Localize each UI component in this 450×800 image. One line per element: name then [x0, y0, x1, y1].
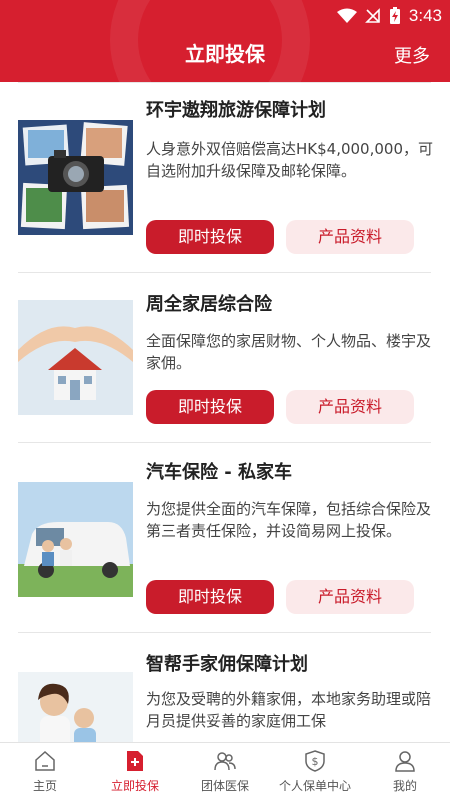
divider	[18, 272, 431, 273]
product-title: 环宇遨翔旅游保障计划	[146, 100, 326, 121]
dollar-shield-icon: $	[305, 750, 325, 772]
product-title: 智帮手家佣保障计划	[146, 654, 308, 675]
product-description: 为您及受聘的外籍家佣，本地家务助理或陪月员提供妥善的家庭佣工保	[146, 690, 432, 730]
product-title: 周全家居综合险	[146, 294, 272, 315]
more-button[interactable]: 更多	[394, 42, 430, 68]
buy-now-button[interactable]: 即时投保	[146, 220, 274, 254]
home-icon	[35, 750, 55, 771]
product-card-travel[interactable]: 环宇遨翔旅游保障计划 人身意外双倍赔偿高达HK$4,000,000，可自选附加升…	[18, 96, 433, 276]
nav-label: 我的	[392, 779, 417, 793]
product-info-button[interactable]: 产品资料	[286, 580, 414, 614]
divider	[18, 82, 431, 83]
nav-group-medical[interactable]: 团体医保	[180, 743, 270, 800]
product-info-button[interactable]: 产品资料	[286, 390, 414, 424]
product-card-car[interactable]: 汽车保险 - 私家车 为您提供全面的汽车保障，包括综合保险及第三者责任保险，并设…	[18, 458, 431, 618]
status-bar: 3:43	[336, 4, 442, 28]
product-card-helper[interactable]: 智帮手家佣保障计划 为您及受聘的外籍家佣，本地家务助理或陪月员提供妥善的家庭佣工…	[18, 650, 431, 742]
mother-and-child-image	[18, 672, 133, 742]
product-list[interactable]: 环宇遨翔旅游保障计划 人身意外双倍赔偿高达HK$4,000,000，可自选附加升…	[0, 82, 450, 742]
nav-buy-now[interactable]: 立即投保	[90, 743, 180, 800]
buy-now-button[interactable]: 即时投保	[146, 580, 274, 614]
buy-now-button[interactable]: 即时投保	[146, 390, 274, 424]
divider	[18, 442, 431, 443]
product-card-home[interactable]: 周全家居综合险 全面保障您的家居财物、个人物品、楼宇及家佣。 即时投保 产品资料	[18, 290, 431, 440]
app-header: 3:43 立即投保 更多	[0, 0, 450, 82]
nav-label: 团体医保	[200, 779, 249, 793]
user-icon	[395, 751, 415, 772]
wifi-icon	[336, 8, 357, 23]
battery-charging-icon	[389, 7, 400, 24]
group-people-icon	[214, 752, 236, 771]
travel-photos-camera-image	[18, 120, 133, 235]
svg-text:$: $	[312, 755, 319, 768]
product-description: 为您提供全面的汽车保障，包括综合保险及第三者责任保险，并设简易网上投保。	[146, 500, 432, 540]
status-time: 3:43	[408, 6, 442, 25]
product-description: 人身意外双倍赔偿高达HK$4,000,000，可自选附加升级保障及邮轮保障。	[146, 140, 434, 180]
divider	[18, 632, 431, 633]
family-with-car-image	[18, 482, 133, 597]
nav-policy-center[interactable]: $ 个人保单中心	[270, 743, 360, 800]
hands-protecting-house-image	[18, 300, 133, 415]
product-title: 汽车保险 - 私家车	[146, 462, 293, 483]
nav-label: 个人保单中心	[278, 779, 351, 793]
product-description: 全面保障您的家居财物、个人物品、楼宇及家佣。	[146, 332, 432, 372]
product-info-button[interactable]: 产品资料	[286, 220, 414, 254]
no-signal-icon	[364, 8, 380, 23]
add-document-icon	[127, 751, 143, 771]
nav-mine[interactable]: 我的	[360, 743, 450, 800]
nav-label: 主页	[32, 779, 57, 793]
nav-label: 立即投保	[110, 779, 159, 793]
nav-home[interactable]: 主页	[0, 743, 90, 800]
page-title: 立即投保	[185, 42, 265, 66]
bottom-nav: 主页 立即投保 团体医保 $ 个人保单中心 我的	[0, 742, 450, 800]
